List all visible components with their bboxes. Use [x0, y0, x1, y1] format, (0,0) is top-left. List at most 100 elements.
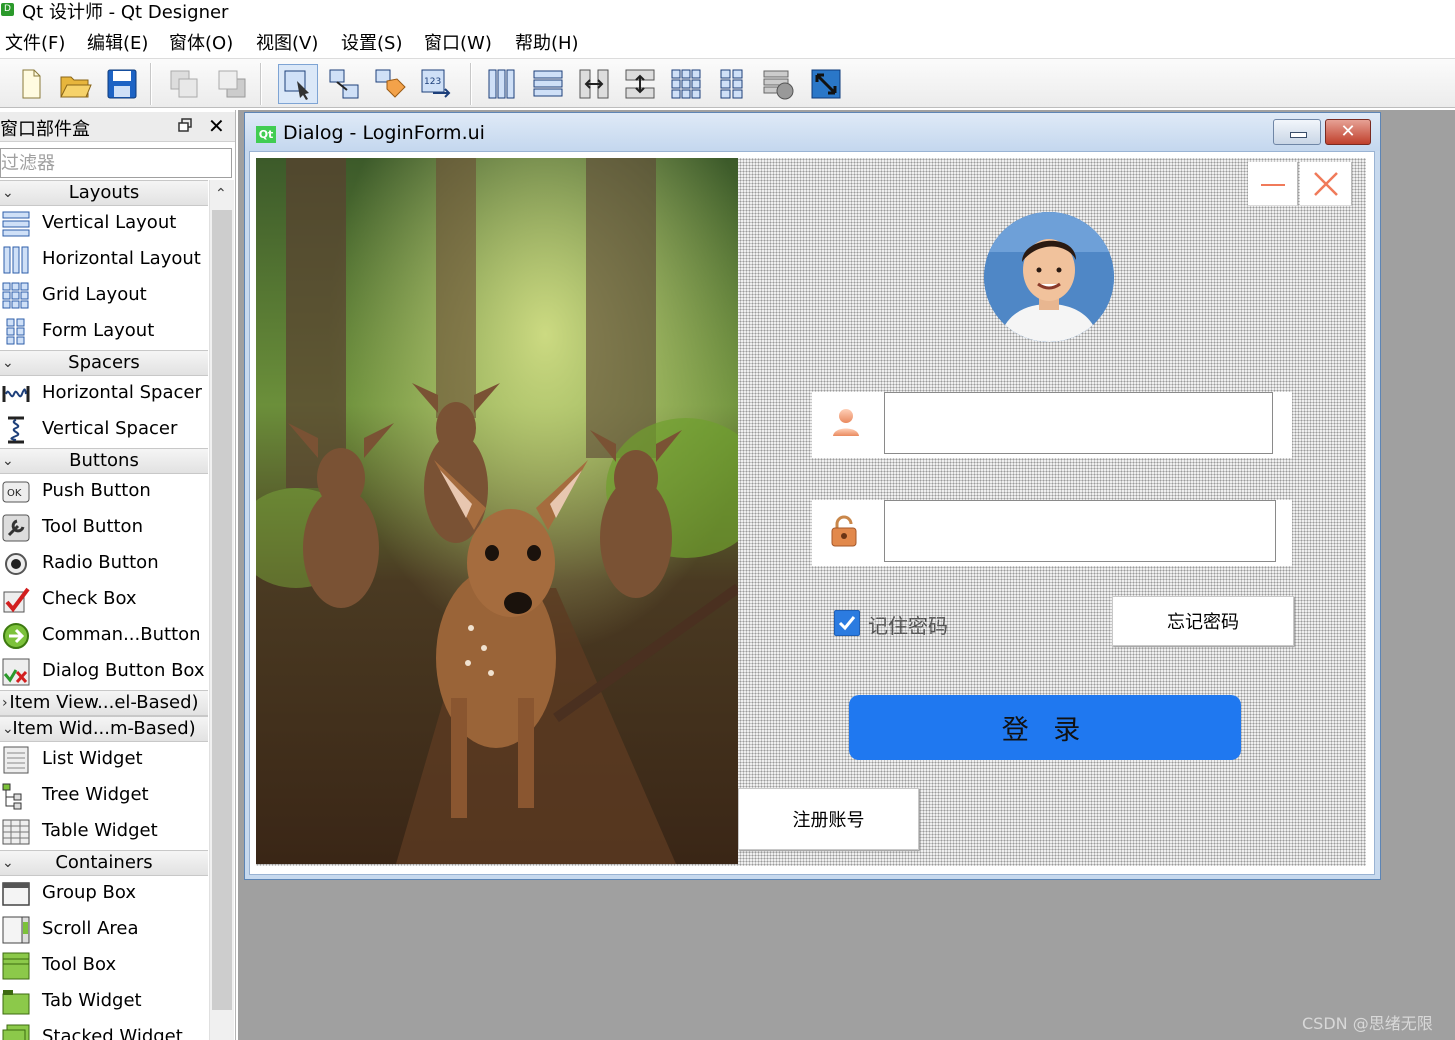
menu-settings[interactable]: 设置(S) [341, 29, 402, 55]
break-layout-button[interactable] [758, 64, 798, 104]
edit-signals-slots-button[interactable] [324, 64, 364, 104]
category-containers[interactable]: ⌄ Containers [0, 850, 208, 876]
command-link-arrow-icon [3, 623, 29, 649]
send-to-back-icon [170, 70, 198, 98]
lay-out-horizontally-button[interactable] [482, 64, 522, 104]
menu-window[interactable]: 窗口(W) [424, 29, 492, 55]
username-row [812, 392, 1292, 458]
radio-button-icon [5, 553, 27, 575]
save-file-button[interactable] [102, 64, 142, 104]
edit-widgets-icon [284, 70, 309, 100]
category-item-widgets[interactable]: ⌄ Item Wid...m-Based) [0, 716, 208, 742]
menu-help[interactable]: 帮助(H) [515, 29, 579, 55]
form-close-button[interactable] [1300, 162, 1352, 206]
menu-view[interactable]: 视图(V) [256, 29, 318, 55]
bring-to-front-icon [218, 70, 246, 98]
menu-file[interactable]: 文件(F) [5, 29, 65, 55]
widget-item-push-button[interactable]: OK Push Button [0, 474, 208, 510]
widget-item-table-widget[interactable]: Table Widget [0, 814, 208, 850]
lay-out-grid-button[interactable] [666, 64, 706, 104]
lay-out-horizontal-splitter-button[interactable] [574, 64, 614, 104]
toolbar-separator [470, 63, 472, 105]
grid-layout-icon [671, 69, 701, 99]
category-spacers[interactable]: ⌄ Spacers [0, 350, 208, 376]
widget-item-vertical-spacer[interactable]: Vertical Spacer [0, 412, 208, 448]
category-layouts[interactable]: ⌄ Layouts [0, 180, 208, 206]
menu-edit[interactable]: 编辑(E) [87, 29, 148, 55]
widget-item-tab-widget[interactable]: Tab Widget [0, 984, 208, 1020]
minimize-button[interactable] [1273, 119, 1321, 145]
close-dock-icon[interactable]: ✕ [208, 114, 225, 138]
form-minimize-button[interactable] [1248, 162, 1298, 206]
widget-item-check-box[interactable]: Check Box [0, 582, 208, 618]
category-label: Layouts [68, 182, 140, 203]
login-form-canvas: 记住密码 忘记密码 登 录 注册账号 [256, 158, 1366, 866]
toolbar-separator [260, 63, 262, 105]
widget-item-grid-layout[interactable]: Grid Layout [0, 278, 208, 314]
menu-form[interactable]: 窗体(O) [169, 29, 233, 55]
widget-item-form-layout[interactable]: Form Layout [0, 314, 208, 350]
widget-item-label: Push Button [42, 480, 151, 501]
adjust-size-button[interactable] [806, 64, 846, 104]
widget-item-tree-widget[interactable]: Tree Widget [0, 778, 208, 814]
widget-box-scrollbar[interactable]: ⌃ [209, 180, 234, 1040]
username-input[interactable] [884, 392, 1273, 454]
app-title-bar: D Qt 设计师 - Qt Designer [0, 0, 1455, 23]
widget-item-vertical-layout[interactable]: Vertical Layout [0, 206, 208, 242]
signals-slots-icon [329, 69, 359, 99]
category-buttons[interactable]: ⌄ Buttons [0, 448, 208, 474]
checkbox-checked-icon[interactable] [834, 610, 860, 636]
password-input[interactable] [884, 500, 1276, 562]
widget-item-horizontal-layout[interactable]: Horizontal Layout [0, 242, 208, 278]
widget-item-label: Tree Widget [42, 784, 149, 805]
push-button-icon: OK [2, 481, 30, 503]
edit-widgets-button[interactable] [278, 64, 318, 104]
widget-list: ⌄ Layouts Vertical Layout Horizontal Layo… [0, 180, 208, 1040]
adjust-size-icon [811, 69, 841, 99]
deer-forest-illustration [256, 158, 738, 864]
chevron-up-icon[interactable]: ⌃ [215, 186, 227, 202]
form-window-title-bar[interactable]: Qt Dialog - LoginForm.ui ✕ [245, 113, 1380, 151]
widget-filter-input[interactable] [0, 148, 232, 178]
password-row [812, 500, 1292, 566]
widget-item-stacked-widget[interactable]: Stacked Widget [0, 1020, 208, 1040]
widget-item-label: Tool Box [42, 954, 117, 975]
group-box-icon [2, 882, 30, 906]
register-account-button[interactable]: 注册账号 [738, 788, 919, 850]
float-dock-icon[interactable] [178, 118, 192, 132]
edit-buddies-button[interactable] [370, 64, 410, 104]
widget-item-list-widget[interactable]: List Widget [0, 742, 208, 778]
category-item-views[interactable]: › Item View...el-Based) [0, 690, 208, 716]
svg-text:123: 123 [424, 77, 441, 87]
widget-box-header: 窗口部件盒 ✕ [0, 112, 235, 142]
watermark: CSDN @思绪无限 [1302, 1014, 1433, 1033]
vertical-layout-icon [533, 70, 563, 97]
send-to-back-button[interactable] [164, 64, 204, 104]
widget-item-horizontal-spacer[interactable]: Horizontal Spacer [0, 376, 208, 412]
login-button[interactable]: 登 录 [849, 695, 1241, 760]
widget-item-tool-button[interactable]: Tool Button [0, 510, 208, 546]
widget-item-command-link-button[interactable]: Comman...Button [0, 618, 208, 654]
close-window-button[interactable]: ✕ [1325, 119, 1371, 145]
scrollbar-thumb[interactable] [212, 210, 232, 1010]
form-window-body: 记住密码 忘记密码 登 录 注册账号 [249, 151, 1375, 875]
widget-item-label: Vertical Layout [42, 212, 177, 233]
widget-item-tool-box[interactable]: Tool Box [0, 948, 208, 984]
horizontal-layout-icon [488, 69, 515, 99]
widget-item-group-box[interactable]: Group Box [0, 876, 208, 912]
edit-tab-order-button[interactable]: 123 [416, 64, 456, 104]
forgot-password-button[interactable]: 忘记密码 [1112, 596, 1294, 646]
widget-item-label: Grid Layout [42, 284, 147, 305]
new-file-button[interactable] [10, 64, 50, 104]
bring-to-front-button[interactable] [212, 64, 252, 104]
widget-item-scroll-area[interactable]: Scroll Area [0, 912, 208, 948]
qt-designer-app-icon: D [1, 3, 14, 16]
open-file-button[interactable] [55, 64, 95, 104]
lay-out-vertically-button[interactable] [528, 64, 568, 104]
widget-item-radio-button[interactable]: Radio Button [0, 546, 208, 582]
chevron-down-icon: ⌄ [2, 855, 14, 871]
lay-out-vertical-splitter-button[interactable] [620, 64, 660, 104]
lay-out-form-button[interactable] [712, 64, 752, 104]
widget-item-label: Form Layout [42, 320, 155, 341]
widget-item-dialog-button-box[interactable]: Dialog Button Box [0, 654, 208, 690]
